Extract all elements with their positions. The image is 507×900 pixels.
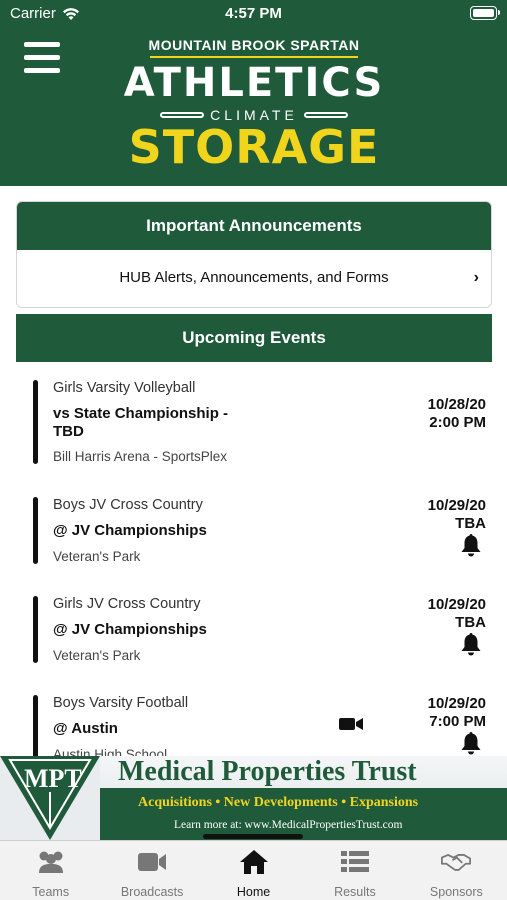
event-date: 10/29/20 bbox=[427, 497, 486, 514]
event-item[interactable]: Girls JV Cross Country @ JV Championship… bbox=[33, 596, 493, 666]
video-camera-icon bbox=[138, 853, 167, 871]
hamburger-menu-button[interactable] bbox=[24, 42, 62, 74]
ad-website-link[interactable]: Learn more at: www.MedicalPropertiesTrus… bbox=[174, 819, 402, 831]
event-datetime: 10/29/20 7:00 PM bbox=[428, 695, 486, 731]
event-title: @ JV Championships bbox=[53, 621, 207, 638]
tab-label: Results bbox=[334, 885, 376, 899]
event-location: Austin High School bbox=[53, 747, 168, 756]
app-header: Carrier 4:57 PM MOUNTAIN BROOK SPARTAN A… bbox=[0, 0, 507, 186]
tab-label: Sponsors bbox=[429, 885, 483, 899]
event-item[interactable]: Girls Varsity Volleyball vs State Champi… bbox=[33, 380, 493, 470]
tab-label: Teams bbox=[32, 885, 70, 899]
event-item[interactable]: Boys Varsity Football @ Austin Austin Hi… bbox=[33, 695, 493, 756]
event-sport: Girls JV Cross Country bbox=[53, 596, 201, 612]
tab-home[interactable]: Home bbox=[203, 841, 304, 900]
tab-label: Home bbox=[236, 885, 271, 899]
event-accent-bar bbox=[33, 497, 38, 564]
athletics-logo: MOUNTAIN BROOK SPARTAN ATHLETICS CLIMATE… bbox=[120, 36, 388, 186]
hub-alerts-label: HUB Alerts, Announcements, and Forms bbox=[119, 269, 389, 286]
tab-teams[interactable]: Teams bbox=[0, 841, 101, 900]
handshake-icon bbox=[441, 854, 472, 871]
announcements-card: Important Announcements HUB Alerts, Anno… bbox=[16, 201, 492, 308]
chevron-right-icon: › bbox=[473, 269, 479, 286]
key-icon bbox=[160, 112, 205, 118]
home-icon bbox=[239, 850, 268, 874]
bell-icon[interactable] bbox=[460, 533, 482, 557]
tab-sponsors[interactable]: Sponsors bbox=[406, 841, 507, 900]
event-time: 2:00 PM bbox=[429, 414, 486, 431]
ad-logo-text: MPT bbox=[24, 764, 82, 793]
event-date: 10/28/20 bbox=[427, 396, 486, 413]
event-accent-bar bbox=[33, 596, 38, 663]
event-time: 7:00 PM bbox=[429, 713, 486, 730]
logo-athletics: ATHLETICS bbox=[123, 60, 385, 106]
event-datetime: 10/29/20 TBA bbox=[428, 497, 486, 533]
ad-tagline: Acquisitions • New Developments • Expans… bbox=[138, 795, 419, 810]
event-location: Veteran's Park bbox=[53, 549, 141, 564]
logo-divider bbox=[150, 56, 358, 58]
battery-icon bbox=[470, 6, 500, 20]
logo-storage: STORAGE bbox=[128, 120, 380, 174]
upcoming-events-card: Upcoming Events bbox=[16, 314, 492, 362]
ad-name-part1: Medical Properties bbox=[118, 756, 352, 787]
tab-broadcasts[interactable]: Broadcasts bbox=[101, 841, 202, 900]
event-sport: Girls Varsity Volleyball bbox=[53, 380, 196, 396]
list-icon bbox=[340, 851, 369, 872]
status-bar: Carrier 4:57 PM bbox=[0, 0, 507, 28]
event-sport: Boys JV Cross Country bbox=[53, 497, 203, 513]
scroll-indicator bbox=[203, 834, 303, 839]
ad-company-name: Medical Properties Trust bbox=[118, 756, 417, 788]
event-datetime: 10/28/20 2:00 PM bbox=[428, 396, 486, 432]
teams-icon bbox=[38, 851, 63, 873]
ad-name-part2: Trust bbox=[351, 756, 417, 787]
key-icon bbox=[303, 112, 348, 118]
event-sport: Boys Varsity Football bbox=[53, 695, 189, 711]
upcoming-events-title: Upcoming Events bbox=[16, 314, 492, 362]
event-date: 10/29/20 bbox=[427, 596, 486, 613]
tab-bar: Teams Broadcasts Home Results Sponsors bbox=[0, 840, 507, 900]
event-accent-bar bbox=[33, 695, 38, 756]
sponsor-ad-banner[interactable]: MPT Medical Properties Trust Acquisition… bbox=[0, 756, 507, 840]
event-time: TBA bbox=[455, 515, 486, 532]
logo-school-name: MOUNTAIN BROOK SPARTAN bbox=[148, 37, 360, 53]
event-title: @ Austin bbox=[53, 720, 118, 737]
menu-line-icon bbox=[24, 42, 60, 47]
event-location: Bill Harris Arena - SportsPlex bbox=[53, 449, 228, 464]
event-date: 10/29/20 bbox=[427, 695, 486, 712]
event-title: vs State Championship - TBD bbox=[53, 405, 229, 440]
event-accent-bar bbox=[33, 380, 38, 464]
tab-results[interactable]: Results bbox=[304, 841, 405, 900]
event-title: @ JV Championships bbox=[53, 522, 207, 539]
menu-line-icon bbox=[24, 68, 60, 73]
menu-line-icon bbox=[24, 55, 60, 60]
video-camera-icon[interactable] bbox=[339, 717, 363, 731]
event-datetime: 10/29/20 TBA bbox=[428, 596, 486, 632]
bell-icon[interactable] bbox=[460, 632, 482, 656]
announcements-title: Important Announcements bbox=[17, 202, 491, 250]
event-item[interactable]: Boys JV Cross Country @ JV Championships… bbox=[33, 497, 493, 567]
status-time: 4:57 PM bbox=[225, 5, 282, 22]
event-location: Veteran's Park bbox=[53, 648, 141, 663]
hub-alerts-link[interactable]: HUB Alerts, Announcements, and Forms › bbox=[17, 250, 491, 307]
event-time: TBA bbox=[455, 614, 486, 631]
tab-label: Broadcasts bbox=[120, 885, 184, 899]
bell-icon[interactable] bbox=[460, 731, 482, 755]
